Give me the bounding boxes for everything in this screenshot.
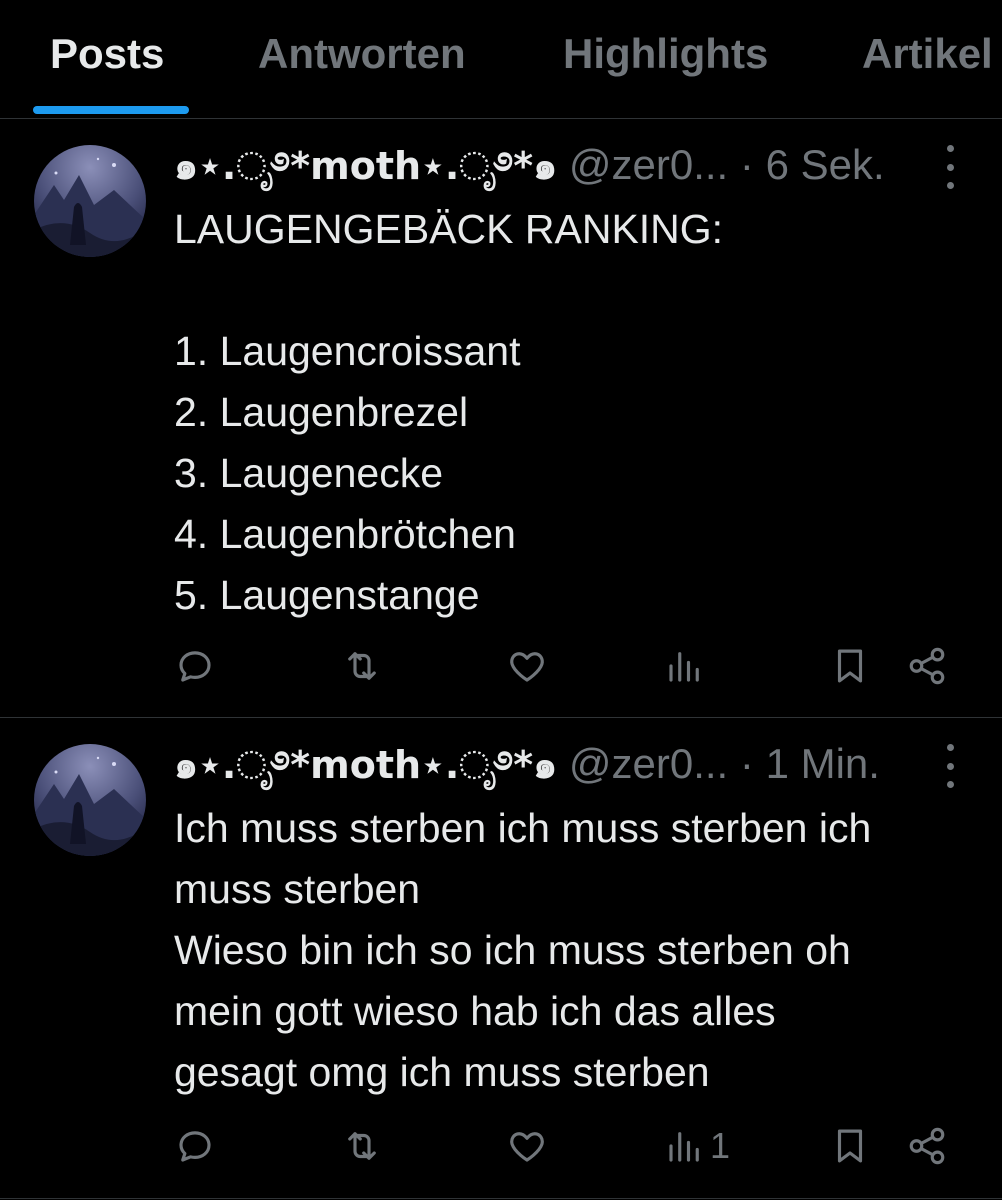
reply-icon bbox=[179, 1131, 211, 1162]
bookmark-icon bbox=[837, 1129, 863, 1163]
tab-highlights[interactable]: Highlights bbox=[563, 30, 768, 78]
reply-button[interactable] bbox=[174, 636, 216, 696]
author-name[interactable]: ๑⋆.ೃ࿔*moth⋆.ೃ࿔*๑ bbox=[174, 743, 557, 787]
author-handle[interactable]: @zer0... bbox=[569, 141, 728, 188]
post-line: gesagt omg ich muss sterben bbox=[174, 1049, 710, 1095]
post-text: Ich muss sterben ich muss sterben ich mu… bbox=[174, 798, 974, 1103]
bookmark-button[interactable] bbox=[829, 636, 871, 696]
tab-antworten[interactable]: Antworten bbox=[258, 30, 466, 78]
views-button[interactable]: 1 bbox=[664, 1116, 730, 1176]
like-icon bbox=[510, 1132, 544, 1162]
post-line: 3. Laugenecke bbox=[174, 450, 444, 496]
repost-icon bbox=[348, 652, 376, 680]
like-button[interactable] bbox=[506, 636, 548, 696]
post-time[interactable]: 6 Sek. bbox=[766, 141, 885, 188]
post-text: LAUGENGEBÄCK RANKING: 1. Laugencroissant… bbox=[174, 199, 974, 626]
post-line: 2. Laugenbrezel bbox=[174, 389, 469, 435]
author-name[interactable]: ๑⋆.ೃ࿔*moth⋆.ೃ࿔*๑ bbox=[174, 144, 557, 188]
share-button[interactable] bbox=[906, 636, 948, 696]
bookmark-icon bbox=[837, 649, 863, 683]
post-line: LAUGENGEBÄCK RANKING: bbox=[174, 206, 724, 252]
reply-button[interactable] bbox=[174, 1116, 216, 1176]
avatar[interactable] bbox=[34, 145, 146, 257]
post-actions: 1 bbox=[0, 1116, 1002, 1176]
post-actions bbox=[0, 636, 1002, 696]
more-icon[interactable] bbox=[940, 145, 960, 189]
views-icon bbox=[669, 652, 699, 682]
post-line: Wieso bin ich so ich muss sterben oh bbox=[174, 927, 851, 973]
post-line: muss sterben bbox=[174, 866, 421, 912]
like-icon bbox=[510, 652, 544, 682]
share-icon bbox=[909, 647, 945, 685]
like-button[interactable] bbox=[506, 1116, 548, 1176]
active-tab-indicator bbox=[33, 106, 189, 114]
tab-posts[interactable]: Posts bbox=[50, 30, 164, 78]
share-button[interactable] bbox=[906, 1116, 948, 1176]
post-line: mein gott wieso hab ich das alles bbox=[174, 988, 776, 1034]
reply-icon bbox=[179, 651, 211, 682]
post[interactable]: ๑⋆.ೃ࿔*moth⋆.ೃ࿔*๑ @zer0... · 1 Min. Ich m… bbox=[0, 718, 1002, 1199]
views-button[interactable] bbox=[664, 636, 710, 696]
avatar[interactable] bbox=[34, 744, 146, 856]
author-handle[interactable]: @zer0... bbox=[569, 740, 728, 787]
views-count: 1 bbox=[710, 1125, 731, 1166]
share-icon bbox=[909, 1127, 945, 1165]
post-header: ๑⋆.ೃ࿔*moth⋆.ೃ࿔*๑ @zer0... · 1 Min. bbox=[174, 738, 974, 790]
post-line bbox=[174, 260, 974, 321]
more-icon[interactable] bbox=[940, 744, 960, 788]
post-line: 5. Laugenstange bbox=[174, 572, 480, 618]
post-time[interactable]: 1 Min. bbox=[766, 740, 880, 787]
separator: · bbox=[739, 141, 754, 188]
bookmark-button[interactable] bbox=[829, 1116, 871, 1176]
repost-icon bbox=[348, 1132, 376, 1160]
post-line: Ich muss sterben ich muss sterben ich bbox=[174, 805, 872, 851]
post-line: 1. Laugencroissant bbox=[174, 328, 521, 374]
repost-button[interactable] bbox=[341, 1116, 383, 1176]
repost-button[interactable] bbox=[341, 636, 383, 696]
post-line: 4. Laugenbrötchen bbox=[174, 511, 516, 557]
tab-artikel[interactable]: Artikel bbox=[862, 30, 993, 78]
profile-tabs: Posts Antworten Highlights Artikel bbox=[0, 0, 1002, 119]
post-header: ๑⋆.ೃ࿔*moth⋆.ೃ࿔*๑ @zer0... · 6 Sek. bbox=[174, 139, 974, 191]
post[interactable]: ๑⋆.ೃ࿔*moth⋆.ೃ࿔*๑ @zer0... · 6 Sek. LAUGE… bbox=[0, 119, 1002, 718]
separator: · bbox=[739, 740, 754, 787]
views-icon bbox=[669, 1132, 699, 1162]
